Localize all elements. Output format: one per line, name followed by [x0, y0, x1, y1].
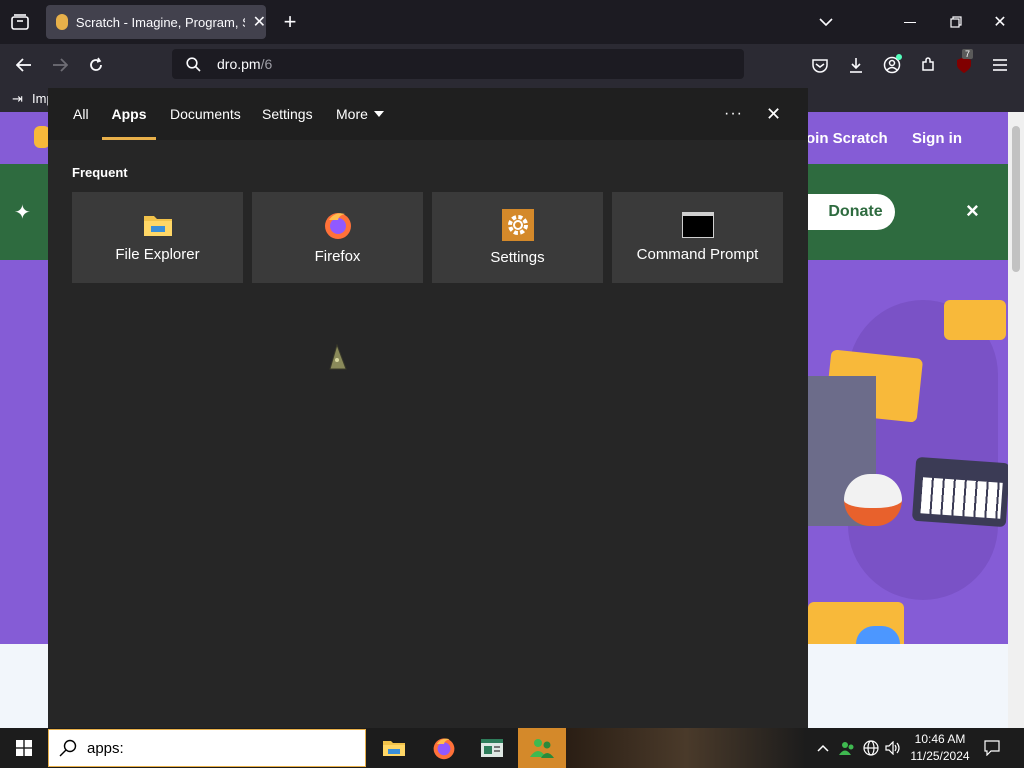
tile-firefox-label: Firefox: [314, 248, 361, 265]
extension-badge: 7: [962, 49, 974, 59]
tab-settings-label: Settings: [262, 106, 313, 122]
minimize-icon[interactable]: [898, 10, 922, 34]
keyboard-icon: [911, 456, 1008, 528]
taskbar-clock[interactable]: 10:46 AM 11/25/2024: [900, 731, 980, 767]
url-path: /6: [260, 56, 273, 72]
clock-date: 11/25/2024: [910, 749, 970, 763]
extensions-icon[interactable]: [916, 53, 940, 77]
folder-icon: [383, 741, 405, 756]
search-icon: [186, 56, 201, 72]
tab-list-icon[interactable]: [8, 10, 32, 34]
restore-icon[interactable]: [944, 10, 968, 34]
forward-arrow-icon[interactable]: [48, 53, 72, 77]
close-panel-icon[interactable]: ✕: [766, 88, 781, 140]
taskbar-app-window[interactable]: [468, 728, 516, 768]
browser-tab-bar: Scratch - Imagine, Program, Sh ✕ + ✕: [0, 0, 1024, 44]
clock-time: 10:46 AM: [914, 732, 966, 746]
chevron-down-icon[interactable]: [814, 10, 838, 34]
drum-icon: [844, 474, 902, 526]
account-icon[interactable]: [880, 53, 904, 77]
taskbar-search-box[interactable]: apps:: [48, 729, 366, 767]
donate-label: Donate: [828, 203, 883, 220]
tile-command-prompt-label: Command Prompt: [636, 246, 759, 263]
taskbar-firefox[interactable]: [420, 728, 468, 768]
mouse-cursor-icon: [328, 343, 348, 377]
browser-tab[interactable]: Scratch - Imagine, Program, Sh ✕: [46, 5, 266, 39]
hero-illustration: [808, 260, 1008, 676]
close-tab-icon[interactable]: ✕: [253, 12, 266, 32]
close-banner-icon[interactable]: ×: [966, 198, 979, 224]
tab-all[interactable]: All: [73, 88, 89, 140]
section-title: Frequent: [72, 165, 128, 180]
tab-more[interactable]: More: [336, 88, 384, 140]
search-filter-tabs: All Apps Documents Settings More ··· ✕: [48, 88, 808, 140]
chevron-up-icon[interactable]: [812, 736, 834, 760]
tab-more-label: More: [336, 106, 368, 122]
terminal-icon: [681, 212, 714, 238]
taskbar-file-explorer[interactable]: [370, 728, 418, 768]
tab-all-label: All: [73, 106, 89, 122]
tile-file-explorer-label: File Explorer: [115, 246, 200, 263]
taskbar-wallpaper-strip: [566, 728, 806, 768]
tile-settings-label: Settings: [490, 249, 545, 266]
download-icon[interactable]: [844, 53, 868, 77]
tab-documents[interactable]: Documents: [170, 88, 241, 140]
notifications-icon[interactable]: [980, 736, 1004, 760]
network-icon[interactable]: [860, 736, 882, 760]
tab-settings[interactable]: Settings: [262, 88, 313, 140]
tab-apps[interactable]: Apps: [102, 88, 156, 140]
firefox-icon: [433, 738, 455, 760]
tile-settings[interactable]: Settings: [432, 192, 603, 283]
tab-title: Scratch - Imagine, Program, Sh: [75, 14, 245, 30]
people-app-icon: [530, 739, 554, 758]
reload-icon[interactable]: [84, 53, 108, 77]
ublock-icon[interactable]: 7: [952, 49, 976, 77]
back-arrow-icon[interactable]: [12, 53, 36, 77]
tab-apps-label: Apps: [111, 106, 147, 122]
menu-icon[interactable]: [988, 53, 1012, 77]
volume-icon[interactable]: [882, 736, 904, 760]
search-icon: [59, 739, 77, 757]
yellow-block-top: [944, 300, 1006, 340]
scratch-favicon-icon: [56, 14, 68, 30]
tile-firefox[interactable]: Firefox: [252, 192, 423, 283]
sign-in-link[interactable]: Sign in: [912, 130, 962, 147]
windows-start-icon[interactable]: [0, 728, 48, 768]
new-tab-icon[interactable]: +: [278, 9, 302, 34]
taskbar-active-app[interactable]: [518, 728, 566, 768]
close-window-icon[interactable]: ✕: [988, 10, 1012, 34]
tab-documents-label: Documents: [170, 106, 241, 122]
gear-icon: [501, 209, 534, 241]
start-search-panel: All Apps Documents Settings More ··· ✕ F…: [48, 88, 808, 728]
pocket-icon[interactable]: [808, 53, 832, 77]
folder-icon: [143, 212, 173, 238]
import-icon[interactable]: ⇥: [12, 91, 23, 107]
more-options-icon[interactable]: ···: [724, 88, 743, 140]
app-window-icon: [481, 739, 503, 757]
active-tab-underline: [102, 137, 156, 140]
url-bar[interactable]: dro.pm/6: [172, 49, 744, 79]
page-scrollbar[interactable]: [1008, 112, 1024, 728]
sparkle-icon: ✦: [14, 202, 31, 224]
join-scratch-link[interactable]: oin Scratch: [806, 130, 888, 147]
firefox-icon: [323, 210, 353, 240]
tile-file-explorer[interactable]: File Explorer: [72, 192, 243, 283]
search-input[interactable]: apps:: [87, 740, 124, 757]
caret-down-icon: [373, 111, 384, 117]
url-host: dro.pm: [217, 56, 261, 72]
tile-command-prompt[interactable]: Command Prompt: [612, 192, 783, 283]
people-tray-icon[interactable]: [836, 736, 858, 760]
